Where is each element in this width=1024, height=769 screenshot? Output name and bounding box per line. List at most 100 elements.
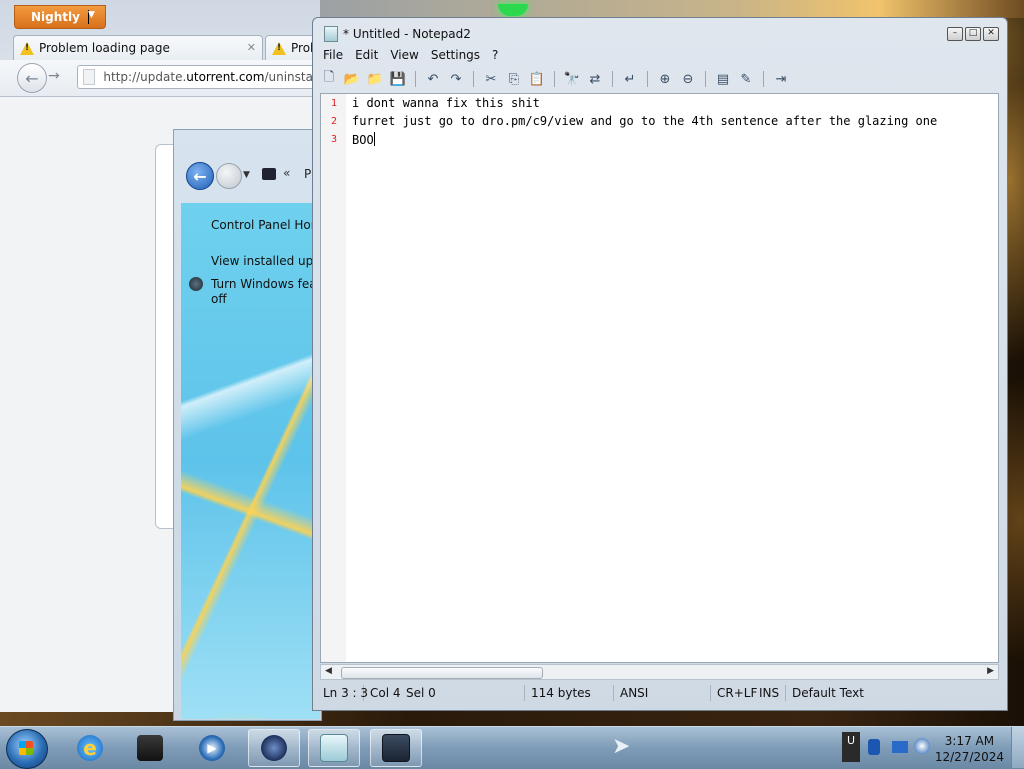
arrow-left-icon: ←	[193, 166, 207, 186]
maximize-button[interactable]: □	[965, 27, 981, 41]
toolbar-separator	[705, 71, 706, 87]
horizontal-scrollbar[interactable]: ◀ ▶	[320, 664, 999, 680]
line-number: 2	[331, 116, 338, 127]
toolbar-separator	[647, 71, 648, 87]
volume-icon[interactable]	[914, 738, 930, 754]
open-folder-icon[interactable]: 📂	[342, 69, 362, 89]
taskbar-control-panel[interactable]	[370, 729, 422, 767]
window-title: * Untitled - Notepad2	[343, 27, 471, 41]
text-line-current[interactable]: BOO	[352, 132, 375, 147]
scroll-right-icon[interactable]: ▶	[987, 666, 994, 676]
toolbar-separator	[473, 71, 474, 87]
status-column: Col 4	[370, 686, 401, 700]
word-wrap-icon[interactable]: ↵	[620, 69, 640, 89]
url-prefix: http://update.	[103, 70, 187, 84]
toolbar-separator	[554, 71, 555, 87]
menu-edit[interactable]: Edit	[349, 46, 384, 66]
line-number-gutter	[321, 94, 346, 662]
cursor-arrow-icon: ➤	[612, 734, 631, 759]
toolbar-separator	[763, 71, 764, 87]
warning-icon	[272, 41, 286, 55]
zoom-in-icon[interactable]: ⊕	[655, 69, 675, 89]
control-panel-home-link[interactable]: Control Panel Hom	[211, 218, 322, 232]
replace-icon[interactable]: ⇄	[585, 69, 605, 89]
menu-settings[interactable]: Settings	[425, 46, 486, 66]
cut-icon[interactable]: ✂	[481, 69, 501, 89]
scheme-icon[interactable]: ▤	[713, 69, 733, 89]
url-text: http://update.utorrent.com/uninstall?	[103, 70, 326, 84]
scroll-left-icon[interactable]: ◀	[325, 666, 332, 676]
url-bar[interactable]: http://update.utorrent.com/uninstall?	[77, 65, 327, 89]
status-eol[interactable]: CR+LF	[711, 685, 757, 701]
windows-logo-icon	[19, 741, 33, 755]
status-encoding[interactable]: ANSI	[614, 685, 711, 701]
browser-tab-1[interactable]: Problem loading page ✕	[13, 35, 263, 60]
status-scheme[interactable]: Default Text	[786, 685, 870, 701]
arrow-right-icon: →	[48, 68, 60, 84]
zoom-out-icon[interactable]: ⊖	[678, 69, 698, 89]
status-bar: Ln 3 : 3 Col 4 Sel 0 114 bytes ANSI CR+L…	[317, 682, 1001, 704]
new-file-icon[interactable]: 🗋	[319, 69, 339, 89]
exit-icon[interactable]: ⇥	[771, 69, 791, 89]
menu-view[interactable]: View	[384, 46, 424, 66]
breadcrumb[interactable]: P	[304, 167, 311, 181]
view-installed-updates-link[interactable]: View installed upda	[211, 254, 328, 268]
media-player-icon: ▶	[199, 735, 225, 761]
warning-icon	[20, 41, 34, 55]
text-line-content: BOO	[352, 133, 374, 147]
system-clock[interactable]: 3:17 AM 12/27/2024	[935, 733, 1004, 765]
toolbar-separator	[612, 71, 613, 87]
nightly-menu-button[interactable]: Nightly ▼	[14, 5, 106, 29]
bluetooth-icon[interactable]	[868, 739, 880, 755]
taskbar-notepad2[interactable]	[308, 729, 360, 767]
browse-icon[interactable]: 📁	[365, 69, 385, 89]
menu-file[interactable]: File	[317, 46, 349, 66]
find-icon[interactable]: 🔭	[562, 69, 582, 89]
menu-help[interactable]: ?	[486, 46, 504, 66]
notepad-window: * Untitled - Notepad2 – □ ✕ File Edit Vi…	[312, 17, 1008, 711]
chevron-down-icon[interactable]: ▼	[243, 170, 250, 180]
line-number: 3	[331, 134, 338, 145]
customize-icon[interactable]: ✎	[736, 69, 756, 89]
back-button[interactable]: ←	[17, 63, 47, 93]
scrollbar-thumb[interactable]	[341, 667, 543, 679]
taskbar-app-black[interactable]	[124, 729, 176, 767]
status-size: 114 bytes	[525, 685, 614, 701]
show-desktop-button[interactable]	[1011, 727, 1024, 768]
tab-label: Problem loading page	[39, 41, 170, 55]
cp-forward-button[interactable]	[216, 163, 242, 189]
paste-icon[interactable]: 📋	[527, 69, 547, 89]
site-identity-icon[interactable]	[83, 69, 96, 85]
copy-icon[interactable]: ⎘	[504, 69, 524, 89]
tray-app-indicator[interactable]: U	[842, 732, 860, 762]
taskbar-internet-explorer[interactable]: e	[64, 729, 116, 767]
internet-explorer-icon: e	[77, 735, 103, 761]
notepad-icon	[320, 734, 348, 762]
save-icon[interactable]: 💾	[388, 69, 408, 89]
forward-button[interactable]: →	[48, 68, 60, 84]
text-editor[interactable]: 1 2 3 i dont wanna fix this shit furret …	[320, 93, 999, 663]
breadcrumb-separator[interactable]: «	[283, 166, 290, 180]
cp-back-button[interactable]: ←	[186, 162, 214, 190]
minimize-button[interactable]: –	[947, 27, 963, 41]
wallpaper-strip	[300, 0, 1024, 18]
taskbar-firefox-nightly[interactable]	[248, 729, 300, 767]
arrow-left-icon: ←	[25, 68, 39, 88]
undo-icon[interactable]: ↶	[423, 69, 443, 89]
line-number: 1	[331, 98, 338, 109]
black-box-icon	[137, 735, 163, 761]
redo-icon[interactable]: ↷	[446, 69, 466, 89]
close-icon[interactable]: ✕	[247, 41, 256, 54]
text-line[interactable]: furret just go to dro.pm/c9/view and go …	[352, 114, 937, 128]
status-insert-mode[interactable]: INS	[753, 685, 786, 701]
text-line[interactable]: i dont wanna fix this shit	[352, 96, 540, 110]
taskbar-media-player[interactable]: ▶	[186, 729, 238, 767]
close-button[interactable]: ✕	[983, 27, 999, 41]
toolbar: 🗋 📂 📁 💾 ↶ ↷ ✂ ⎘ 📋 🔭 ⇄ ↵ ⊕ ⊖ ▤ ✎ ⇥	[319, 68, 999, 90]
network-icon[interactable]	[892, 741, 908, 753]
turn-windows-features-link[interactable]: Turn Windows feat	[211, 277, 321, 291]
control-panel-icon	[382, 734, 410, 762]
status-selection: Sel 0	[400, 685, 525, 701]
turn-windows-features-link-cont[interactable]: off	[211, 292, 227, 306]
text-cursor	[373, 132, 375, 146]
